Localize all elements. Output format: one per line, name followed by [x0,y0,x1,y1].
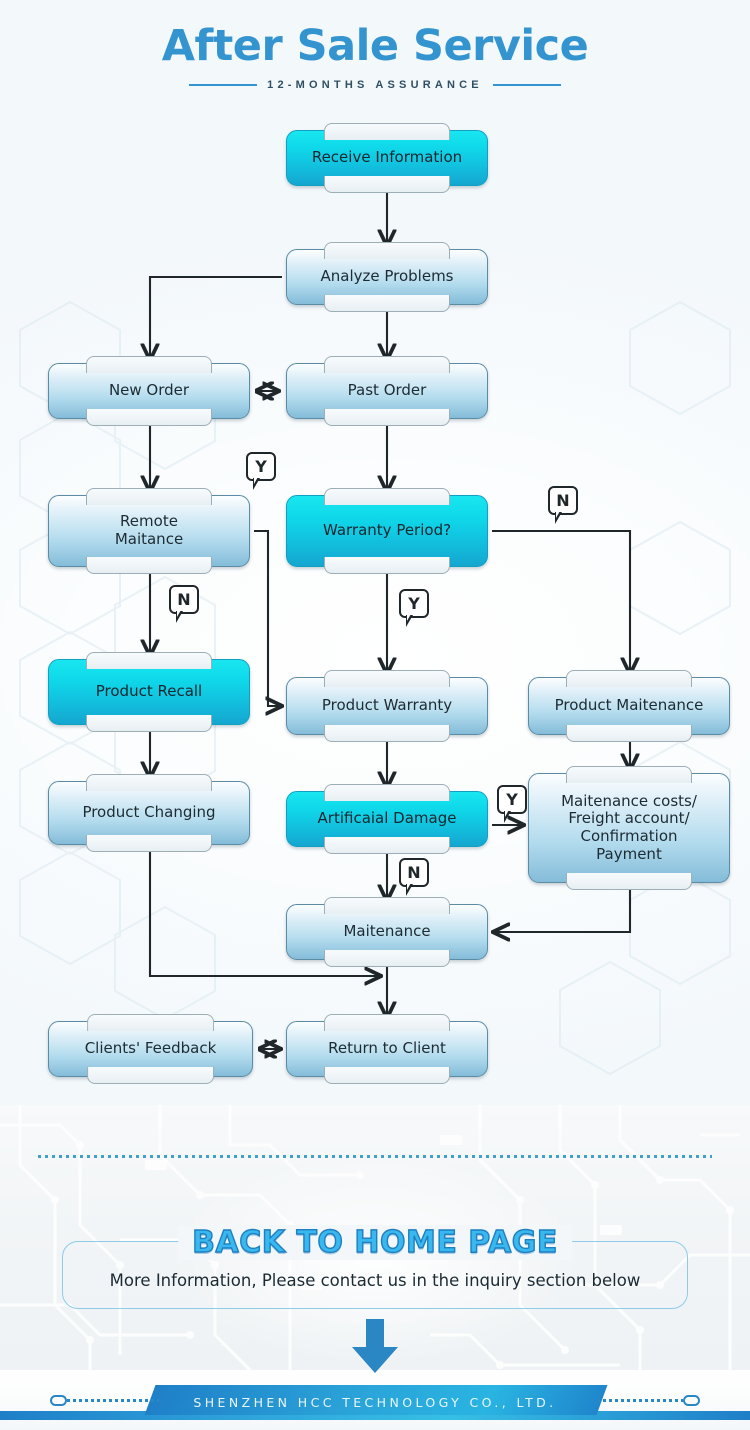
flow-node-maitenance[interactable]: Maitenance [286,904,488,960]
flow-node-label: Remote Maitance [114,512,184,548]
flow-node-clients-feedback[interactable]: Clients' Feedback [48,1021,253,1077]
flowchart: Receive Information Analyze Problems New O… [0,0,750,1110]
flow-node-label: Warranty Period? [322,521,452,540]
decision-label-text: Y [255,457,267,476]
lower-section: BACK TO HOME PAGE More Information, Plea… [0,1105,750,1385]
flow-node-label: Product Changing [82,803,216,822]
flow-node-label: Clients' Feedback [84,1039,217,1058]
flow-node-label: Maitenance costs/ Freight account/ Confi… [561,791,697,863]
decision-label-text: N [556,491,570,510]
bubble-tail [406,612,413,627]
back-to-home-title[interactable]: BACK TO HOME PAGE [178,1224,572,1261]
bubble-tail [176,608,183,623]
flow-node-label: Past Order [347,381,427,400]
page-root: After Sale Service 12-MONTHS ASSURANCE R… [0,0,750,1430]
flow-node-maintenance-costs[interactable]: Maitenance costs/ Freight account/ Confi… [528,773,730,883]
flow-node-label: Product Maitenance [554,696,704,715]
bubble-tail [555,509,562,524]
flow-node-product-recall[interactable]: Product Recall [48,659,250,725]
bubble-tail [253,475,260,490]
down-arrow-icon [352,1319,398,1373]
bubble-tail [406,881,413,896]
dotted-separator [38,1155,712,1158]
decision-label-text: N [407,863,421,882]
decision-label-label-damage-no: N [399,858,429,896]
flow-node-receive-information[interactable]: Receive Information [286,130,488,186]
flow-node-remote-maitance[interactable]: Remote Maitance [48,495,250,567]
bubble-tail [504,808,511,823]
flow-node-product-changing[interactable]: Product Changing [48,781,250,845]
flow-node-artificaial-damage[interactable]: Artificaial Damage [286,791,488,847]
flow-node-product-maitenance[interactable]: Product Maitenance [528,677,730,735]
footer-company-name: SHENZHEN HCC TECHNOLOGY CO., LTD. [193,1395,557,1410]
page-footer: SHENZHEN HCC TECHNOLOGY CO., LTD. [0,1370,750,1430]
decision-label-text: N [177,590,191,609]
decision-label-label-damage-yes: Y [497,785,527,823]
decision-label-label-warranty-yes: Y [399,589,429,627]
decision-label-label-warranty-no: N [548,486,578,524]
flow-node-past-order[interactable]: Past Order [286,363,488,419]
decision-label-label-remote-no: N [169,585,199,623]
flow-node-label: Artificaial Damage [317,809,457,828]
flow-node-label: Return to Client [328,1039,446,1058]
flow-node-label: Receive Information [311,148,463,167]
decision-label-text: Y [408,594,420,613]
flow-node-label: Product Recall [95,682,203,701]
flow-node-analyze-problems[interactable]: Analyze Problems [286,249,488,305]
flow-node-label: Maitenance [343,922,431,941]
flow-node-new-order[interactable]: New Order [48,363,250,419]
flow-node-label: Analyze Problems [320,267,454,286]
flow-node-return-to-client[interactable]: Return to Client [286,1021,488,1077]
flow-node-warranty-period[interactable]: Warranty Period? [286,495,488,567]
flow-node-label: Product Warranty [321,696,453,715]
decision-label-text: Y [506,790,518,809]
flow-node-label: New Order [108,381,190,400]
flow-node-product-warranty[interactable]: Product Warranty [286,677,488,735]
back-to-home-subtitle: More Information, Please contact us in t… [109,1271,641,1290]
decision-label-label-remote-to-warranty: Y [246,452,276,490]
